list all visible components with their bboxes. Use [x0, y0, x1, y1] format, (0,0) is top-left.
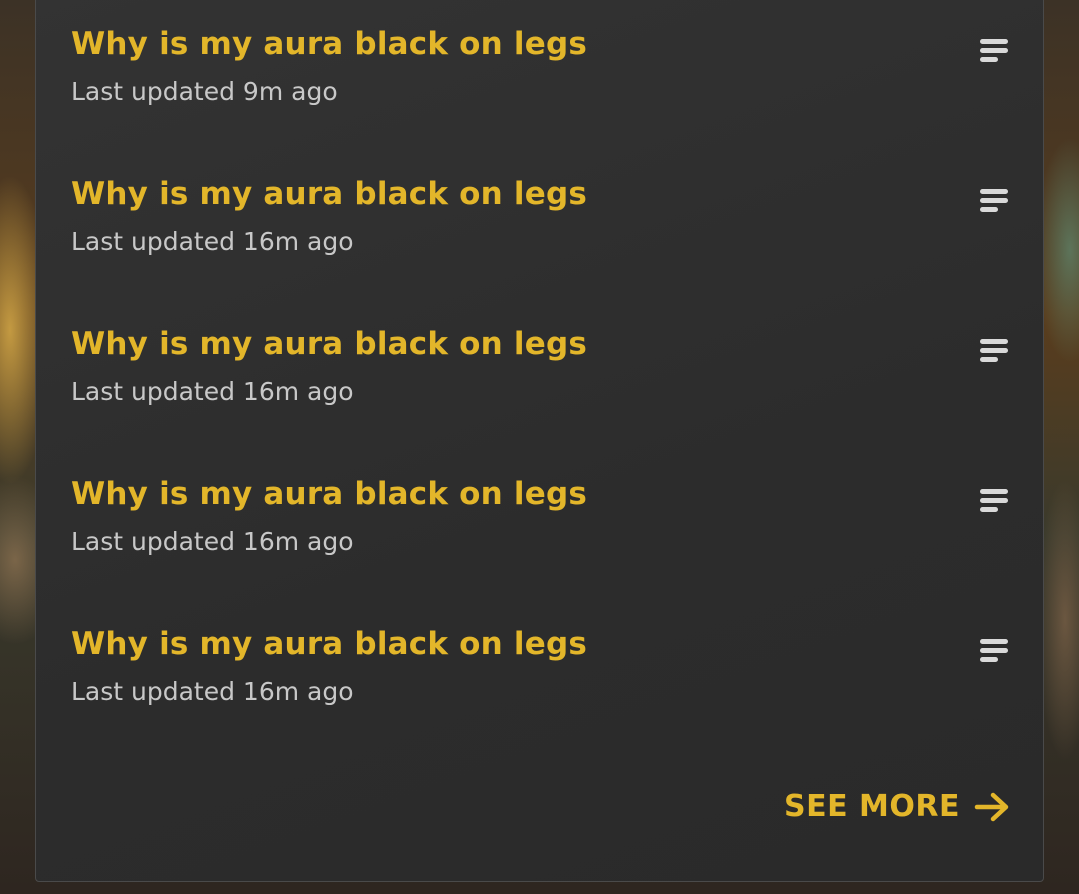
- thread-item[interactable]: Why is my aura black on legs Last update…: [71, 624, 1011, 734]
- recent-threads-panel: Why is my aura black on legs Last update…: [35, 0, 1044, 882]
- thread-title[interactable]: Why is my aura black on legs: [71, 174, 587, 214]
- thread-title[interactable]: Why is my aura black on legs: [71, 324, 587, 364]
- thread-last-updated: Last updated 16m ago: [71, 227, 354, 256]
- thread-last-updated: Last updated 16m ago: [71, 527, 354, 556]
- thread-last-updated: Last updated 9m ago: [71, 77, 338, 106]
- text-lines-icon: [980, 189, 1008, 212]
- text-lines-icon: [980, 339, 1008, 362]
- text-lines-icon: [980, 639, 1008, 662]
- text-lines-icon: [980, 489, 1008, 512]
- see-more-label[interactable]: SEE MORE: [784, 787, 960, 827]
- thread-last-updated: Last updated 16m ago: [71, 677, 354, 706]
- thread-item[interactable]: Why is my aura black on legs Last update…: [71, 24, 1011, 134]
- thread-last-updated: Last updated 16m ago: [71, 377, 354, 406]
- thread-item[interactable]: Why is my aura black on legs Last update…: [71, 174, 1011, 284]
- thread-title[interactable]: Why is my aura black on legs: [71, 474, 587, 514]
- thread-item[interactable]: Why is my aura black on legs Last update…: [71, 474, 1011, 584]
- text-lines-icon: [980, 39, 1008, 62]
- thread-item[interactable]: Why is my aura black on legs Last update…: [71, 324, 1011, 434]
- arrow-right-icon[interactable]: [974, 792, 1010, 822]
- see-more-link[interactable]: SEE MORE: [784, 787, 1010, 827]
- thread-title[interactable]: Why is my aura black on legs: [71, 24, 587, 64]
- thread-title[interactable]: Why is my aura black on legs: [71, 624, 587, 664]
